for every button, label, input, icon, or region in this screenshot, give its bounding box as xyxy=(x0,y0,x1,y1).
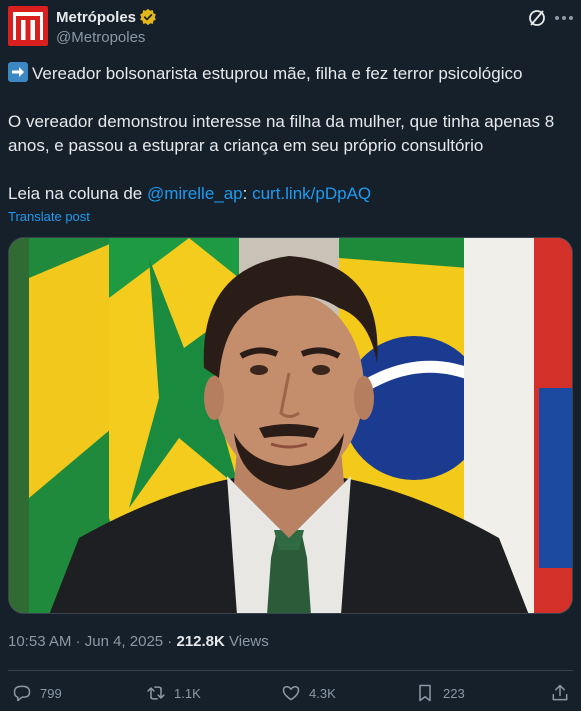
repost-count: 1.1K xyxy=(174,685,201,701)
post-text: Vereador bolsonarista estuprou mãe, filh… xyxy=(8,62,573,206)
share-button[interactable] xyxy=(550,683,578,703)
like-count: 4.3K xyxy=(309,685,336,701)
bookmark-button[interactable]: 223 xyxy=(415,683,465,703)
views-label: Views xyxy=(224,633,269,650)
source-colon: : xyxy=(242,184,253,203)
headline-text: Vereador bolsonarista estuprou mãe, filh… xyxy=(32,64,523,83)
reply-button[interactable]: 799 xyxy=(12,683,62,703)
share-icon xyxy=(552,684,568,701)
heart-icon xyxy=(282,686,300,701)
post-headline: Vereador bolsonarista estuprou mãe, filh… xyxy=(8,62,573,86)
tweet: Metrópoles @Metropoles Vereador bolsonar… xyxy=(0,0,581,711)
author-handle[interactable]: @Metropoles xyxy=(56,29,145,46)
author-name-row[interactable]: Metrópoles xyxy=(56,8,157,26)
metropoles-logo-icon xyxy=(13,12,43,40)
repost-icon xyxy=(147,686,165,700)
verified-badge-icon[interactable] xyxy=(139,8,157,26)
post-time[interactable]: 10:53 AM xyxy=(8,633,71,650)
divider xyxy=(8,670,573,671)
post-source-line: Leia na coluna de @mirelle_ap: curt.link… xyxy=(8,182,573,206)
post-paragraph: O vereador demonstrou interesse na filha… xyxy=(8,112,555,155)
bookmark-icon xyxy=(419,684,431,702)
post-image[interactable] xyxy=(8,237,573,614)
source-prefix: Leia na coluna de xyxy=(8,184,147,203)
translate-post-link[interactable]: Translate post xyxy=(8,209,90,224)
post-meta: 10:53 AM · Jun 4, 2025 · 212.8K Views xyxy=(8,633,269,650)
author-name[interactable]: Metrópoles xyxy=(56,9,136,26)
grok-icon[interactable] xyxy=(527,8,547,28)
bookmark-count: 223 xyxy=(443,685,465,701)
views-count: 212.8K xyxy=(176,633,225,650)
like-button[interactable]: 4.3K xyxy=(281,683,336,703)
mention-link[interactable]: @mirelle_ap xyxy=(147,184,243,203)
more-options-icon[interactable] xyxy=(553,8,575,28)
url-link[interactable]: curt.link/pDpAQ xyxy=(252,184,371,203)
arrow-right-emoji-icon xyxy=(8,62,28,82)
repost-button[interactable]: 1.1K xyxy=(146,683,201,703)
avatar[interactable] xyxy=(8,6,48,46)
reply-count: 799 xyxy=(40,685,62,701)
photo-illustration xyxy=(9,238,572,613)
post-date[interactable]: Jun 4, 2025 xyxy=(85,633,163,650)
reply-icon xyxy=(13,685,31,702)
